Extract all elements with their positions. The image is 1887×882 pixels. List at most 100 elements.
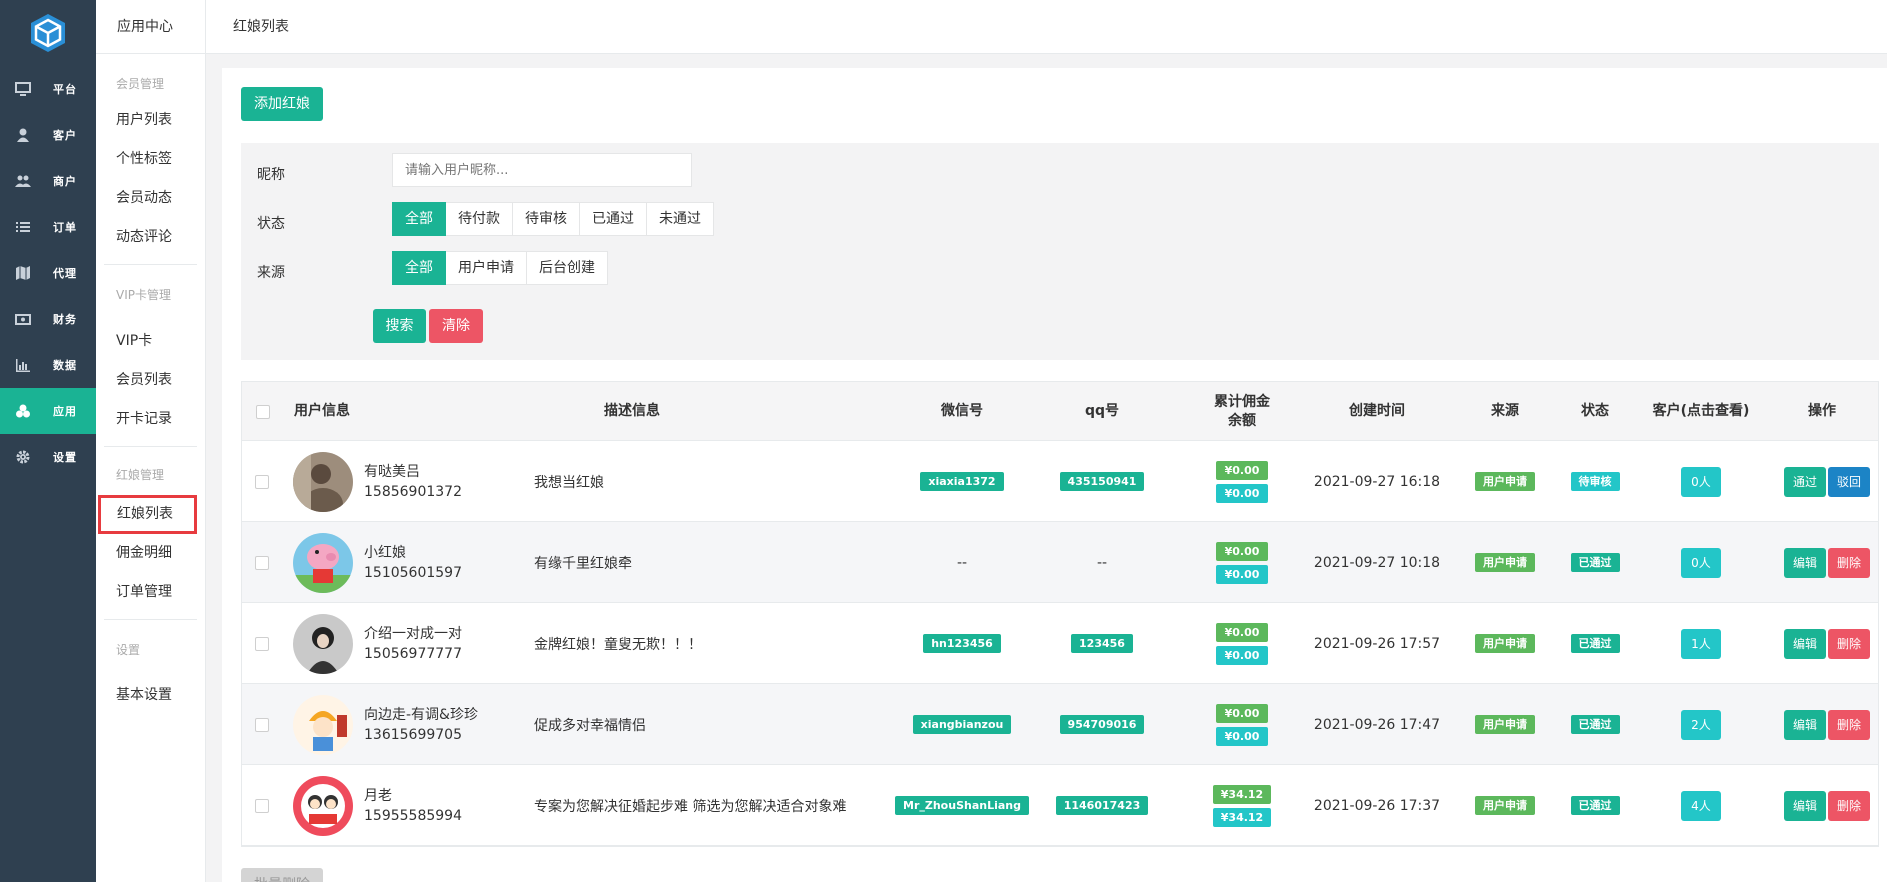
avatar bbox=[293, 451, 353, 512]
balance-badge: ¥34.12 bbox=[1212, 807, 1272, 827]
nav-item-label: 数据 bbox=[53, 358, 77, 372]
cube-logo-icon bbox=[31, 14, 65, 52]
wechat-cell: xiangbianzou bbox=[902, 684, 1022, 765]
clear-button[interactable]: 清除 bbox=[429, 309, 483, 343]
description: 促成多对幸福情侣 bbox=[534, 717, 646, 734]
edit-button[interactable]: 编辑 bbox=[1783, 547, 1826, 578]
nav-item-label: 设置 bbox=[53, 450, 77, 464]
reject-button[interactable]: 驳回 bbox=[1828, 466, 1871, 497]
customers-button[interactable]: 0人 bbox=[1681, 466, 1721, 497]
qq-badge: 954709016 bbox=[1059, 715, 1145, 734]
source-badge: 用户申请 bbox=[1475, 634, 1535, 653]
status-option-unpaid[interactable]: 待付款 bbox=[446, 202, 513, 236]
sidebar-item-user-list[interactable]: 用户列表 bbox=[96, 101, 205, 140]
status-option-rejected[interactable]: 未通过 bbox=[647, 202, 714, 236]
select-all-checkbox[interactable] bbox=[256, 404, 270, 419]
wechat-badge: hn123456 bbox=[923, 634, 1001, 653]
delete-button[interactable]: 删除 bbox=[1828, 709, 1871, 740]
nav-item-finance[interactable]: 财务 bbox=[0, 296, 96, 342]
sidebar-group-member: 会员管理 bbox=[116, 77, 165, 91]
sidebar-item-member-feed[interactable]: 会员动态 bbox=[96, 179, 205, 218]
delete-button[interactable]: 删除 bbox=[1828, 790, 1871, 821]
sidebar-item-card-records[interactable]: 开卡记录 bbox=[96, 400, 205, 439]
row-checkbox[interactable] bbox=[255, 717, 269, 732]
wechat-cell: xiaxia1372 bbox=[902, 441, 1022, 522]
sidebar-item-vip-card[interactable]: VIP卡 bbox=[96, 322, 205, 361]
batch-delete-button[interactable]: 批量删除 bbox=[241, 868, 323, 882]
nav-item-agent[interactable]: 代理 bbox=[0, 250, 96, 296]
customers-button[interactable]: 1人 bbox=[1681, 628, 1721, 659]
th-commission: 累计佣金 余额 bbox=[1192, 382, 1292, 441]
nav-item-data[interactable]: 数据 bbox=[0, 342, 96, 388]
row-checkbox[interactable] bbox=[255, 798, 269, 813]
status-option-approved[interactable]: 已通过 bbox=[580, 202, 647, 236]
nav-item-apps[interactable]: 应用 bbox=[0, 388, 96, 434]
delete-button[interactable]: 删除 bbox=[1828, 628, 1871, 659]
status-cell: 待审核 bbox=[1550, 441, 1640, 522]
created-time: 2021-09-26 17:37 bbox=[1313, 797, 1441, 814]
customers-button[interactable]: 4人 bbox=[1681, 790, 1721, 821]
table-row: 向边走-有调&珍珍 13615699705 促成多对幸福情侣 xiangbian… bbox=[242, 684, 1878, 765]
customers-button[interactable]: 2人 bbox=[1681, 709, 1721, 740]
th-created: 创建时间 bbox=[1349, 403, 1405, 419]
sidebar-item-matchmaker-list[interactable]: 红娘列表 bbox=[98, 495, 197, 534]
th-customers: 客户(点击查看) bbox=[1652, 403, 1750, 419]
balance-badge: ¥0.00 bbox=[1216, 726, 1268, 746]
source-option-all[interactable]: 全部 bbox=[392, 251, 446, 285]
row-select-cell bbox=[255, 441, 269, 522]
nav-item-customer[interactable]: 客户 bbox=[0, 112, 96, 158]
th-qq: qq号 bbox=[1084, 403, 1120, 419]
cubes-icon bbox=[16, 404, 30, 418]
commission-cell: ¥0.00 ¥0.00 bbox=[1192, 522, 1292, 603]
balance-badge: ¥0.00 bbox=[1216, 645, 1268, 665]
sidebar-item-basic-settings[interactable]: 基本设置 bbox=[96, 676, 205, 715]
avatar-cell bbox=[293, 603, 353, 684]
wechat-cell: hn123456 bbox=[902, 603, 1022, 684]
source-badge: 用户申请 bbox=[1475, 472, 1535, 491]
status-badge: 已通过 bbox=[1570, 796, 1620, 815]
source-badge: 用户申请 bbox=[1475, 715, 1535, 734]
source-label: 来源 bbox=[257, 265, 285, 281]
sidebar-item-order-mgmt[interactable]: 订单管理 bbox=[96, 573, 205, 612]
status-option-pending[interactable]: 待审核 bbox=[513, 202, 580, 236]
user-info-cell: 介绍一对成一对 15056977777 bbox=[364, 603, 462, 684]
description: 我想当红娘 bbox=[534, 474, 604, 491]
row-select-cell bbox=[255, 603, 269, 684]
customers-cell: 1人 bbox=[1636, 603, 1766, 684]
source-option-user-apply[interactable]: 用户申请 bbox=[446, 251, 527, 285]
edit-button[interactable]: 编辑 bbox=[1783, 709, 1826, 740]
nav-item-settings[interactable]: 设置 bbox=[0, 434, 96, 480]
nav-item-platform[interactable]: 平台 bbox=[0, 66, 96, 112]
nav-item-merchant[interactable]: 商户 bbox=[0, 158, 96, 204]
row-checkbox[interactable] bbox=[255, 474, 269, 489]
total-commission-badge: ¥34.12 bbox=[1212, 784, 1272, 804]
sidebar-item-commission[interactable]: 佣金明细 bbox=[96, 534, 205, 573]
row-checkbox[interactable] bbox=[255, 555, 269, 570]
status-option-all[interactable]: 全部 bbox=[392, 202, 446, 236]
nickname-search-input[interactable] bbox=[392, 153, 692, 187]
customers-cell: 0人 bbox=[1636, 522, 1766, 603]
user-name: 有哒美吕 bbox=[364, 463, 420, 480]
customers-button[interactable]: 0人 bbox=[1681, 547, 1721, 578]
sidebar-item-member-list[interactable]: 会员列表 bbox=[96, 361, 205, 400]
edit-button[interactable]: 编辑 bbox=[1783, 628, 1826, 659]
search-button[interactable]: 搜索 bbox=[373, 309, 426, 343]
edit-button[interactable]: 编辑 bbox=[1783, 790, 1826, 821]
sidebar-item-comments[interactable]: 动态评论 bbox=[96, 218, 205, 257]
row-select-cell bbox=[255, 684, 269, 765]
main-nav: 平台 客户 商户 订单 代理 财务 数据 应用 设置 bbox=[0, 0, 96, 882]
source-cell: 用户申请 bbox=[1460, 684, 1550, 765]
row-checkbox[interactable] bbox=[255, 636, 269, 651]
delete-button[interactable]: 删除 bbox=[1828, 547, 1871, 578]
add-matchmaker-button[interactable]: 添加红娘 bbox=[241, 87, 323, 121]
created-time: 2021-09-26 17:47 bbox=[1313, 716, 1441, 733]
nickname-label: 昵称 bbox=[257, 167, 285, 183]
approve-button[interactable]: 通过 bbox=[1783, 466, 1826, 497]
nav-item-orders[interactable]: 订单 bbox=[0, 204, 96, 250]
source-option-admin-create[interactable]: 后台创建 bbox=[527, 251, 608, 285]
wechat-cell: Mr_ZhouShanLiang bbox=[892, 765, 1032, 846]
th-user: 用户信息 bbox=[294, 403, 350, 419]
sidebar-item-tags[interactable]: 个性标签 bbox=[96, 140, 205, 179]
table-row: 有哒美吕 15856901372 我想当红娘 xiaxia1372 435150… bbox=[242, 441, 1878, 522]
select-all-cell bbox=[255, 382, 271, 441]
